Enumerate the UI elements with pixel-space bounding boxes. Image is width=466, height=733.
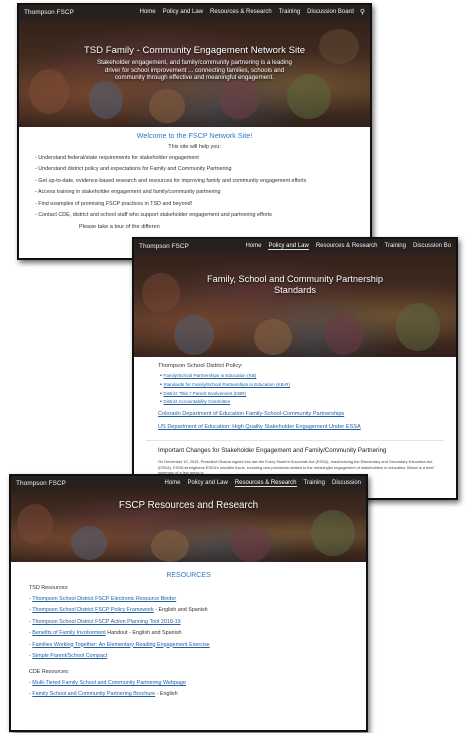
policy-link[interactable]: Family/School Partnerships in Education …: [163, 373, 256, 378]
welcome-closing: Please take a tour of the differen: [79, 223, 160, 230]
list-item: - Get up-to-date, evidence-based researc…: [35, 177, 307, 184]
cde-fscp-link[interactable]: Colorado Department of Education Family-…: [158, 411, 444, 417]
resource-link[interactable]: Multi-Tiered Family School and Community…: [32, 680, 186, 686]
resource-link[interactable]: Thompson School District FSCP Electronic…: [32, 596, 176, 602]
changes-heading: Important Changes for Stakeholder Engage…: [158, 447, 387, 455]
policy-heading: Thompson School District Policy:: [158, 363, 243, 369]
hero-banner: TSD Family - Community Engagement Networ…: [19, 19, 370, 127]
resource-link[interactable]: Benefits of Family Involvement: [32, 630, 105, 636]
hero-title-line: Family, School and Community Partnership: [207, 274, 383, 284]
nav-home-link[interactable]: Home: [245, 243, 261, 250]
list-item: - Thompson School District FSCP Action P…: [29, 618, 181, 625]
nav-policy-link[interactable]: Policy and Law: [268, 243, 309, 250]
list-item[interactable]: • District 'Title I' Parent Involvement …: [160, 391, 444, 397]
welcome-bullet-list: - Understand federal/state requirements …: [27, 155, 362, 218]
state-links: Colorado Department of Education Family-…: [146, 411, 444, 430]
resource-link[interactable]: Thompson School District FSCP Policy Fra…: [32, 607, 154, 613]
welcome-intro: This site will help you:: [168, 144, 221, 150]
nav-resources-link[interactable]: Resources & Research: [234, 480, 297, 487]
tsd-resources-label: TSD Resources:: [29, 585, 69, 591]
resources-page-screenshot: Thompson FSCP Home Policy and Law Resour…: [9, 474, 368, 732]
home-page-screenshot: Thompson FSCP Home Policy and Law Resour…: [17, 3, 372, 260]
list-item: - Family School and Community Partnering…: [29, 691, 178, 698]
welcome-section: Welcome to the FSCP Network Site! This s…: [19, 131, 370, 230]
list-item[interactable]: • Standards for Family/School Partnershi…: [160, 382, 444, 388]
list-item: - Access training in stakeholder engagem…: [35, 189, 221, 196]
top-navigation-bar: Thompson FSCP Home Policy and Law Resour…: [134, 239, 456, 253]
list-item: - Understand district policy and expecta…: [35, 166, 232, 173]
hero-title: TSD Family - Community Engagement Networ…: [83, 45, 306, 56]
policy-link[interactable]: Standards for Family/School Partnerships…: [163, 382, 290, 387]
list-item: - Thompson School District FSCP Policy F…: [29, 607, 208, 614]
top-navigation-bar: Thompson FSCP Home Policy and Law Resour…: [11, 476, 366, 490]
resources-section: RESOURCES TSD Resources: - Thompson Scho…: [11, 572, 366, 703]
list-item[interactable]: • District Accountability Committee: [160, 399, 444, 405]
hero-title: FSCP Resources and Research: [118, 500, 259, 511]
cde-resources-list: - Multi-Tiered Family School and Communi…: [29, 680, 348, 697]
nav-home-link[interactable]: Home: [164, 480, 180, 487]
nav-training-link[interactable]: Training: [385, 243, 406, 250]
policy-page-screenshot: Thompson FSCP Home Policy and Law Resour…: [132, 237, 458, 500]
search-icon[interactable]: ⚲: [360, 8, 365, 16]
policy-link[interactable]: District 'Title I' Parent Involvement (K…: [163, 391, 246, 396]
list-item: - Find examples of promising FSCP practi…: [35, 200, 193, 207]
usde-essa-link[interactable]: US Department of Education: High Quality…: [158, 424, 444, 430]
nav-discussion-link[interactable]: Discussion Board: [307, 9, 354, 15]
resource-link[interactable]: Families Working Together: An Elementary…: [32, 642, 209, 648]
resource-link[interactable]: Simple Parent/School Compact: [32, 653, 107, 659]
nav-training-link[interactable]: Training: [279, 9, 300, 15]
nav-resources-link[interactable]: Resources & Research: [210, 9, 272, 15]
changes-paragraph: On December 10, 2015, President Obama si…: [158, 459, 434, 475]
hero-subtitle: Stakeholder engagement, and family/commu…: [96, 59, 293, 82]
section-divider: [146, 440, 444, 442]
cde-resources-label: CDE Resources:: [29, 668, 70, 675]
policy-link[interactable]: District Accountability Committee: [163, 399, 230, 404]
policy-section: Thompson School District Policy: • Famil…: [134, 363, 456, 486]
welcome-heading: Welcome to the FSCP Network Site!: [136, 131, 253, 140]
resource-link[interactable]: Family School and Community Partnering B…: [32, 691, 155, 697]
nav-home-link[interactable]: Home: [140, 9, 156, 15]
list-item: - Families Working Together: An Elementa…: [29, 641, 210, 648]
nav-resources-link[interactable]: Resources & Research: [316, 243, 378, 250]
nav-discussion-link[interactable]: Discussion: [332, 480, 361, 487]
resource-link[interactable]: Thompson School District FSCP Action Pla…: [32, 619, 180, 625]
list-item: - Simple Parent/School Compact: [29, 652, 108, 659]
site-brand-link[interactable]: Thompson FSCP: [16, 480, 66, 487]
policy-list: • Family/School Partnerships in Educatio…: [146, 373, 444, 405]
resources-heading: RESOURCES: [166, 572, 211, 579]
nav-policy-link[interactable]: Policy and Law: [187, 480, 227, 487]
hero-banner: FSCP Resources and Research: [11, 490, 366, 562]
list-item: - Thompson School District FSCP Electron…: [29, 596, 177, 602]
list-item: - Understand federal/state requirements …: [35, 155, 199, 161]
hero-banner: Family, School and Community Partnership…: [134, 253, 456, 357]
hero-title: Family, School and Community Partnership…: [134, 274, 456, 296]
nav-training-link[interactable]: Training: [304, 480, 325, 487]
top-navigation-bar: Thompson FSCP Home Policy and Law Resour…: [19, 5, 370, 19]
list-item: - Benefits of Family Involvement Handout…: [29, 630, 182, 637]
list-item[interactable]: • Family/School Partnerships in Educatio…: [160, 373, 444, 379]
hero-title-line: Standards: [274, 285, 316, 295]
site-brand-link[interactable]: Thompson FSCP: [139, 243, 189, 250]
list-item: - Multi-Tiered Family School and Communi…: [29, 679, 186, 686]
tsd-resources-list: - Thompson School District FSCP Electron…: [29, 596, 348, 659]
list-item: - Contact CDE, district and school staff…: [35, 211, 272, 218]
site-brand-link[interactable]: Thompson FSCP: [24, 9, 74, 16]
nav-discussion-link[interactable]: Discussion Bo: [413, 243, 451, 250]
nav-policy-link[interactable]: Policy and Law: [163, 9, 203, 15]
